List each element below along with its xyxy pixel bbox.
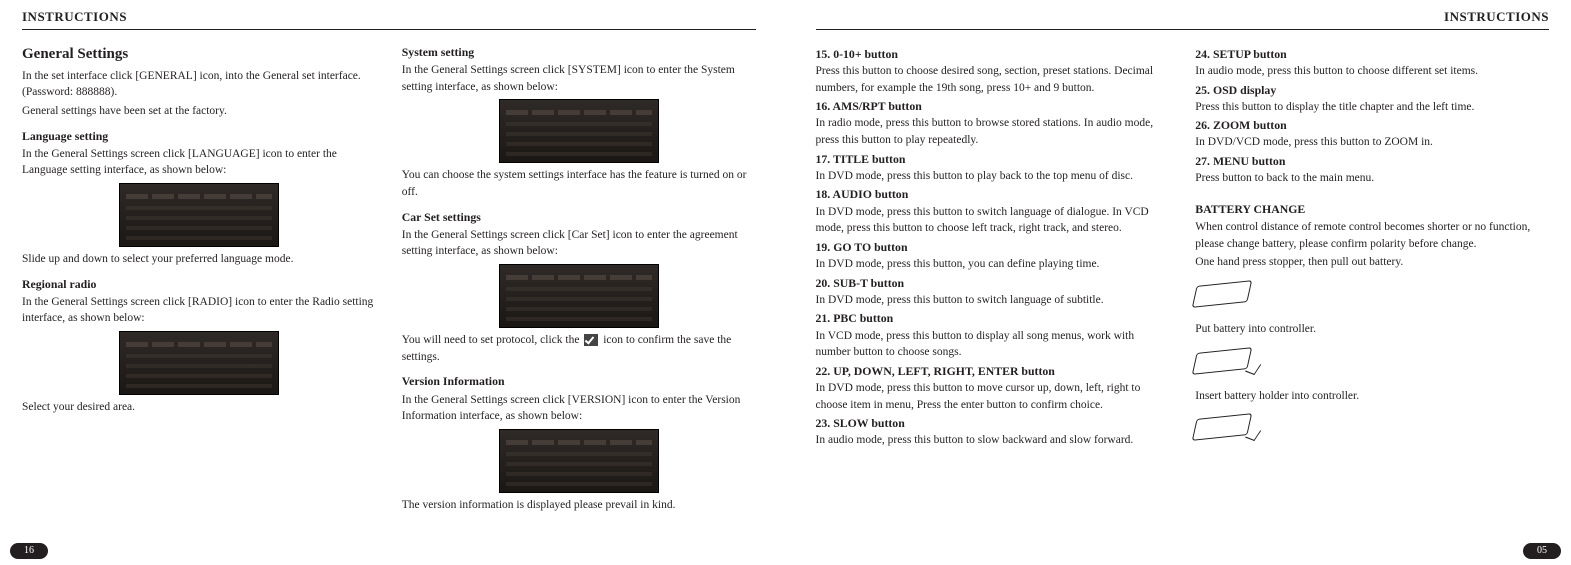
btn-20-heading: 20. SUB-T button bbox=[816, 275, 1170, 292]
car-set-screenshot bbox=[499, 264, 659, 328]
btn-27-heading: 27. MENU button bbox=[1195, 153, 1549, 170]
battery-change-text-1: When control distance of remote control … bbox=[1195, 219, 1549, 252]
btn-22-heading: 22. UP, DOWN, LEFT, RIGHT, ENTER button bbox=[816, 363, 1170, 380]
btn-24-heading: 24. SETUP button bbox=[1195, 46, 1549, 63]
btn-26-text: In DVD/VCD mode, press this button to ZO… bbox=[1195, 134, 1549, 151]
version-info-after: The version information is displayed ple… bbox=[402, 497, 756, 514]
running-head-left: INSTRUCTIONS bbox=[22, 8, 756, 27]
btn-25-text: Press this button to display the title c… bbox=[1195, 99, 1549, 116]
version-screenshot bbox=[499, 429, 659, 493]
right-col-1: 15. 0-10+ button Press this button to ch… bbox=[816, 44, 1170, 455]
battery-diagram-insert bbox=[1195, 410, 1275, 446]
btn-19-text: In DVD mode, press this button, you can … bbox=[816, 256, 1170, 273]
right-columns: 15. 0-10+ button Press this button to ch… bbox=[816, 44, 1550, 455]
btn-24-text: In audio mode, press this button to choo… bbox=[1195, 63, 1549, 80]
car-set-heading: Car Set settings bbox=[402, 209, 756, 226]
btn-16-text: In radio mode, press this button to brow… bbox=[816, 115, 1170, 148]
btn-25-heading: 25. OSD display bbox=[1195, 82, 1549, 99]
language-screenshot bbox=[119, 183, 279, 247]
regional-radio-text: In the General Settings screen click [RA… bbox=[22, 294, 376, 327]
rule-left bbox=[22, 29, 756, 30]
btn-18-heading: 18. AUDIO button bbox=[816, 186, 1170, 203]
battery-diagram-put bbox=[1195, 344, 1275, 380]
general-settings-intro-1: In the set interface click [GENERAL] ico… bbox=[22, 68, 376, 101]
btn-17-heading: 17. TITLE button bbox=[816, 151, 1170, 168]
battery-change-text-4: Insert battery holder into controller. bbox=[1195, 388, 1549, 405]
btn-16-heading: 16. AMS/RPT button bbox=[816, 98, 1170, 115]
battery-change-text-2: One hand press stopper, then pull out ba… bbox=[1195, 254, 1549, 271]
system-setting-after: You can choose the system settings inter… bbox=[402, 167, 756, 200]
btn-19-heading: 19. GO TO button bbox=[816, 239, 1170, 256]
regional-radio-after: Select your desired area. bbox=[22, 399, 376, 416]
car-set-after-pre: You will need to set protocol, click the bbox=[402, 334, 583, 346]
version-info-heading: Version Information bbox=[402, 373, 756, 390]
left-columns: General Settings In the set interface cl… bbox=[22, 44, 756, 516]
page-number-left: 16 bbox=[10, 543, 48, 560]
running-head-right: INSTRUCTIONS bbox=[816, 8, 1550, 27]
btn-21-heading: 21. PBC button bbox=[816, 310, 1170, 327]
btn-26-heading: 26. ZOOM button bbox=[1195, 117, 1549, 134]
btn-20-text: In DVD mode, press this button to switch… bbox=[816, 292, 1170, 309]
version-info-text: In the General Settings screen click [VE… bbox=[402, 392, 756, 425]
language-setting-heading: Language setting bbox=[22, 128, 376, 145]
btn-17-text: In DVD mode, press this button to play b… bbox=[816, 168, 1170, 185]
rule-right bbox=[816, 29, 1550, 30]
general-settings-intro-2: General settings have been set at the fa… bbox=[22, 103, 376, 120]
right-page: INSTRUCTIONS 15. 0-10+ button Press this… bbox=[786, 0, 1571, 565]
system-screenshot bbox=[499, 99, 659, 163]
radio-screenshot bbox=[119, 331, 279, 395]
regional-radio-heading: Regional radio bbox=[22, 276, 376, 293]
language-setting-text: In the General Settings screen click [LA… bbox=[22, 146, 376, 179]
btn-18-text: In DVD mode, press this button to switch… bbox=[816, 204, 1170, 237]
battery-change-heading: BATTERY CHANGE bbox=[1195, 201, 1549, 218]
right-col-2: 24. SETUP button In audio mode, press th… bbox=[1195, 44, 1549, 455]
car-set-after: You will need to set protocol, click the… bbox=[402, 332, 756, 365]
btn-23-heading: 23. SLOW button bbox=[816, 415, 1170, 432]
system-setting-heading: System setting bbox=[402, 44, 756, 61]
left-page: INSTRUCTIONS General Settings In the set… bbox=[0, 0, 786, 565]
system-setting-text: In the General Settings screen click [SY… bbox=[402, 62, 756, 95]
left-col-2: System setting In the General Settings s… bbox=[402, 44, 756, 516]
btn-27-text: Press button to back to the main menu. bbox=[1195, 170, 1549, 187]
left-col-1: General Settings In the set interface cl… bbox=[22, 44, 376, 516]
battery-diagram-pullout bbox=[1195, 277, 1275, 313]
btn-15-heading: 15. 0-10+ button bbox=[816, 46, 1170, 63]
btn-21-text: In VCD mode, press this button to displa… bbox=[816, 328, 1170, 361]
page-number-right: 05 bbox=[1523, 543, 1561, 560]
battery-change-text-3: Put battery into controller. bbox=[1195, 321, 1549, 338]
btn-22-text: In DVD mode, press this button to move c… bbox=[816, 380, 1170, 413]
btn-15-text: Press this button to choose desired song… bbox=[816, 63, 1170, 96]
general-settings-title: General Settings bbox=[22, 44, 376, 66]
language-setting-after: Slide up and down to select your preferr… bbox=[22, 251, 376, 268]
btn-23-text: In audio mode, press this button to slow… bbox=[816, 432, 1170, 449]
confirm-check-icon bbox=[584, 334, 598, 346]
car-set-text: In the General Settings screen click [Ca… bbox=[402, 227, 756, 260]
